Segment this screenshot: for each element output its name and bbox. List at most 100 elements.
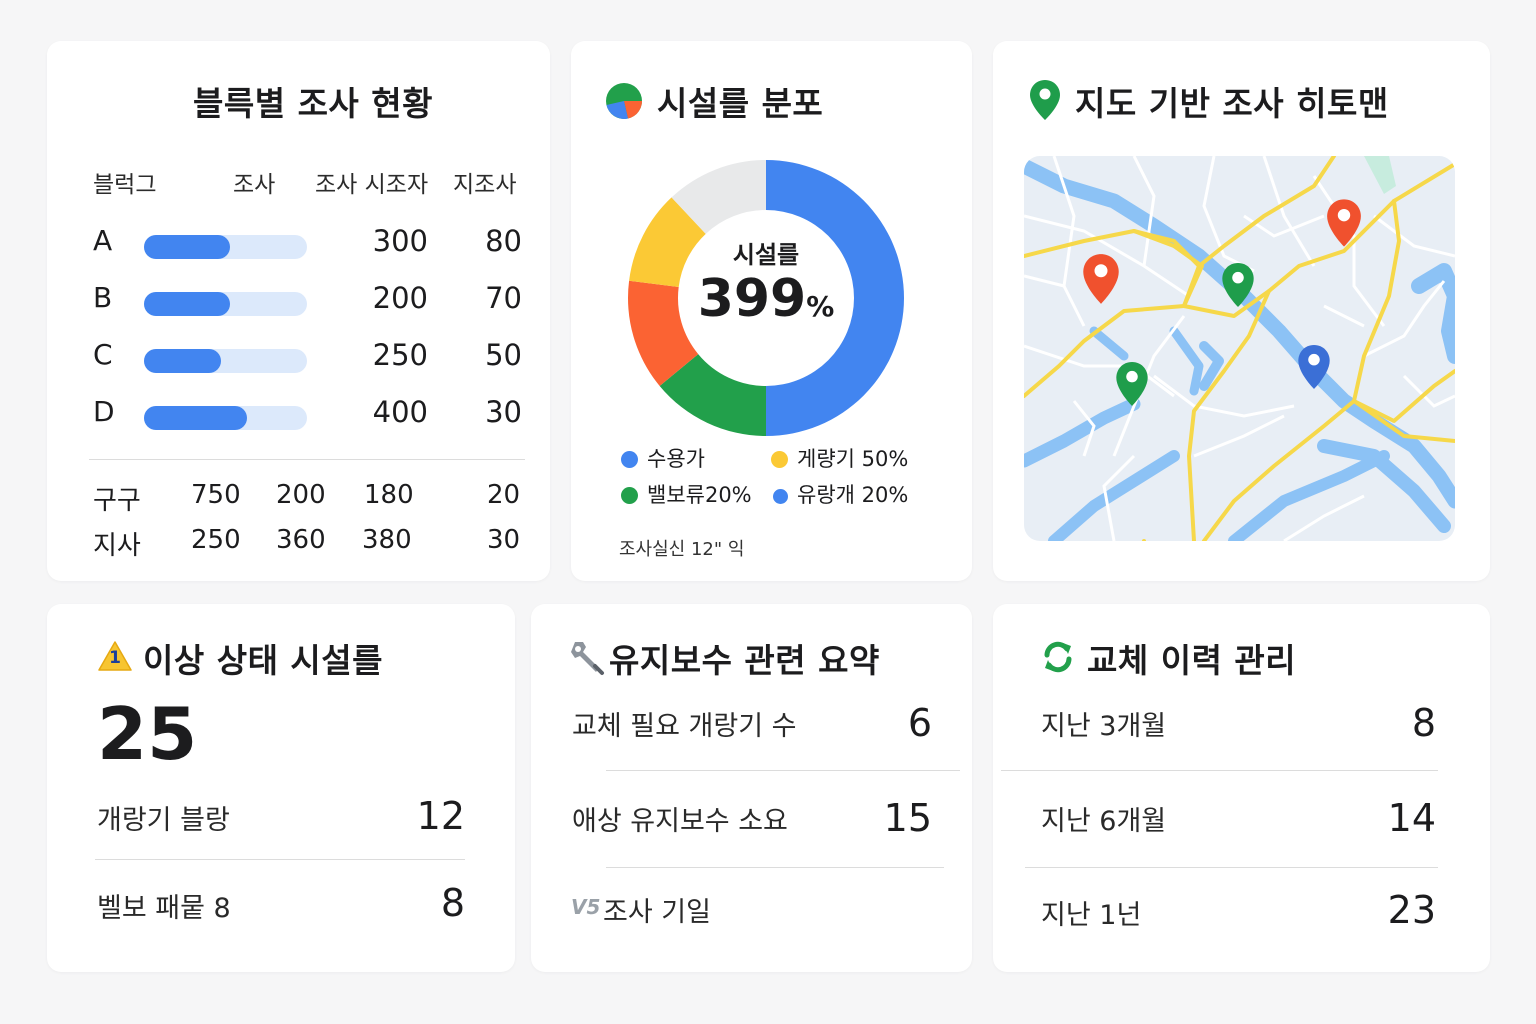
legend-label: 밸보류20%: [647, 483, 752, 507]
progress-bar-fill: [144, 406, 247, 430]
row-value-unsurveyed: 80: [485, 224, 522, 258]
map-canvas[interactable]: [1024, 156, 1455, 541]
stat-label: 교체 필요 개랑기 수: [572, 711, 797, 742]
maintenance-summary-title: 유지보수 관련 요약: [609, 641, 880, 680]
progress-bar: [144, 349, 307, 373]
abnormal-total: 25: [97, 692, 198, 776]
table-header-block: 블럭그: [93, 172, 157, 198]
row-value-unsurveyed: 70: [485, 281, 522, 315]
stat-value: 12: [416, 794, 465, 838]
survey-date-label: 조사 기일: [603, 897, 711, 928]
stat-label: 지난 1넌: [1041, 900, 1142, 931]
footer-cell: 360: [276, 525, 326, 555]
table-row: D 400 30: [47, 395, 550, 435]
stat-label: 지난 6개월: [1041, 806, 1167, 837]
progress-bar: [144, 292, 307, 316]
progress-bar-fill: [144, 349, 221, 373]
footer-cell: 20: [487, 480, 521, 510]
row-label: B: [93, 281, 113, 314]
warning-badge: 1: [109, 648, 121, 668]
donut-center-label: 시설를: [732, 241, 800, 269]
facility-distribution-title: 시설를 분포: [657, 84, 824, 123]
footer-cell: 30: [487, 525, 521, 555]
stat-label: 벨보 패뭍 8: [97, 893, 231, 924]
pie-chart-icon: [606, 83, 642, 119]
legend-item: 수용가: [621, 443, 705, 473]
wrench-icon: [571, 642, 604, 675]
row-value-survey: 250: [372, 338, 428, 372]
row-value-survey: 200: [372, 281, 428, 315]
footer-cell: 380: [362, 525, 412, 555]
stat-value: 6: [907, 701, 932, 745]
donut-center-unit: %: [806, 290, 835, 323]
legend-dot: [621, 487, 638, 504]
footer-cell: 250: [191, 525, 241, 555]
legend-dot: [773, 489, 788, 504]
map-heatmap-card: 지도 기반 조사 히토맨: [993, 41, 1490, 581]
footer-cell: 200: [276, 480, 326, 510]
row-value-unsurveyed: 30: [485, 395, 522, 429]
legend-label: 유랑개 20%: [797, 483, 909, 507]
facility-distribution-card: 시설를 분포 시설를 399% 수용가 게량기 50% 밸보류20% 유랑개 2…: [571, 41, 972, 581]
map-marker-red[interactable]: [1326, 198, 1362, 248]
legend-item: 밸보류20%: [621, 479, 752, 509]
legend-item: 유랑개 20%: [773, 479, 908, 509]
row-divider: [606, 867, 944, 868]
progress-bar: [144, 235, 307, 259]
footer-cell: 750: [191, 480, 241, 510]
progress-bar-fill: [144, 235, 231, 259]
stat-value: 14: [1387, 796, 1436, 840]
replacement-history-title: 교체 이력 관리: [1087, 641, 1297, 680]
stat-value: 8: [1411, 701, 1436, 745]
row-label: D: [93, 395, 115, 428]
legend-label: 게량기 50%: [797, 447, 909, 471]
table-divider: [89, 459, 525, 460]
stat-label: 애상 유지보수 소요: [572, 806, 788, 837]
row-label: C: [93, 338, 113, 371]
row-value-survey: 300: [372, 224, 428, 258]
donut-center-number: 399: [697, 269, 807, 329]
table-header-unsurveyed: 지조사: [453, 172, 517, 198]
footer-cell: 180: [364, 480, 414, 510]
table-header-surveyor: 조사 시조자: [315, 172, 429, 198]
map-marker-green[interactable]: [1115, 361, 1149, 407]
replacement-history-card: 교체 이력 관리 지난 3개월 8 지난 6개월 14 지난 1넌 23: [993, 604, 1490, 972]
progress-bar: [144, 406, 307, 430]
row-divider: [95, 859, 465, 860]
map-marker-blue[interactable]: [1297, 344, 1331, 390]
progress-bar-fill: [144, 292, 231, 316]
survey-note: 조사실신 12" 익: [619, 539, 745, 560]
map-marker-red[interactable]: [1082, 253, 1120, 305]
refresh-icon: [1044, 641, 1072, 673]
legend-label: 수용가: [647, 447, 705, 471]
footer-label: 지사: [93, 531, 141, 561]
map-view[interactable]: [1024, 156, 1455, 541]
row-value-unsurveyed: 50: [485, 338, 522, 372]
legend-item: 게량기 50%: [771, 443, 908, 473]
stat-label: 지난 3개월: [1041, 711, 1167, 742]
row-divider: [1025, 867, 1438, 868]
block-survey-title: 블륵별 조사 현황: [193, 84, 433, 123]
block-survey-card: 블륵별 조사 현황 블럭그 조사 조사 시조자 지조사 A 300 80 B 2…: [47, 41, 550, 581]
stat-label: 개랑기 블랑: [97, 805, 230, 836]
maintenance-summary-card: 유지보수 관련 요약 교체 필요 개랑기 수 6 애상 유지보수 소요 15 V…: [531, 604, 972, 972]
table-row: C 250 50: [47, 338, 550, 378]
abnormal-facilities-title: 이상 상태 시설를: [143, 641, 383, 680]
row-value-survey: 400: [372, 395, 428, 429]
stat-value: 23: [1387, 888, 1436, 932]
calendar-icon: V5: [571, 895, 601, 919]
abnormal-facilities-card: 1 이상 상태 시설를 25 개랑기 블랑 12 벨보 패뭍 8 8: [47, 604, 515, 972]
map-pin-icon: [1030, 80, 1060, 120]
row-divider: [606, 770, 960, 771]
row-label: A: [93, 224, 113, 257]
legend-dot: [621, 451, 638, 468]
stat-value: 8: [440, 881, 465, 925]
donut-center-value: 399%: [571, 269, 961, 329]
map-heatmap-title: 지도 기반 조사 히토맨: [1075, 84, 1389, 123]
legend-dot: [771, 451, 788, 468]
table-row: A 300 80: [47, 224, 550, 264]
row-divider: [1001, 770, 1438, 771]
map-marker-green[interactable]: [1221, 262, 1255, 308]
footer-label: 구구: [93, 486, 141, 516]
table-row: B 200 70: [47, 281, 550, 321]
